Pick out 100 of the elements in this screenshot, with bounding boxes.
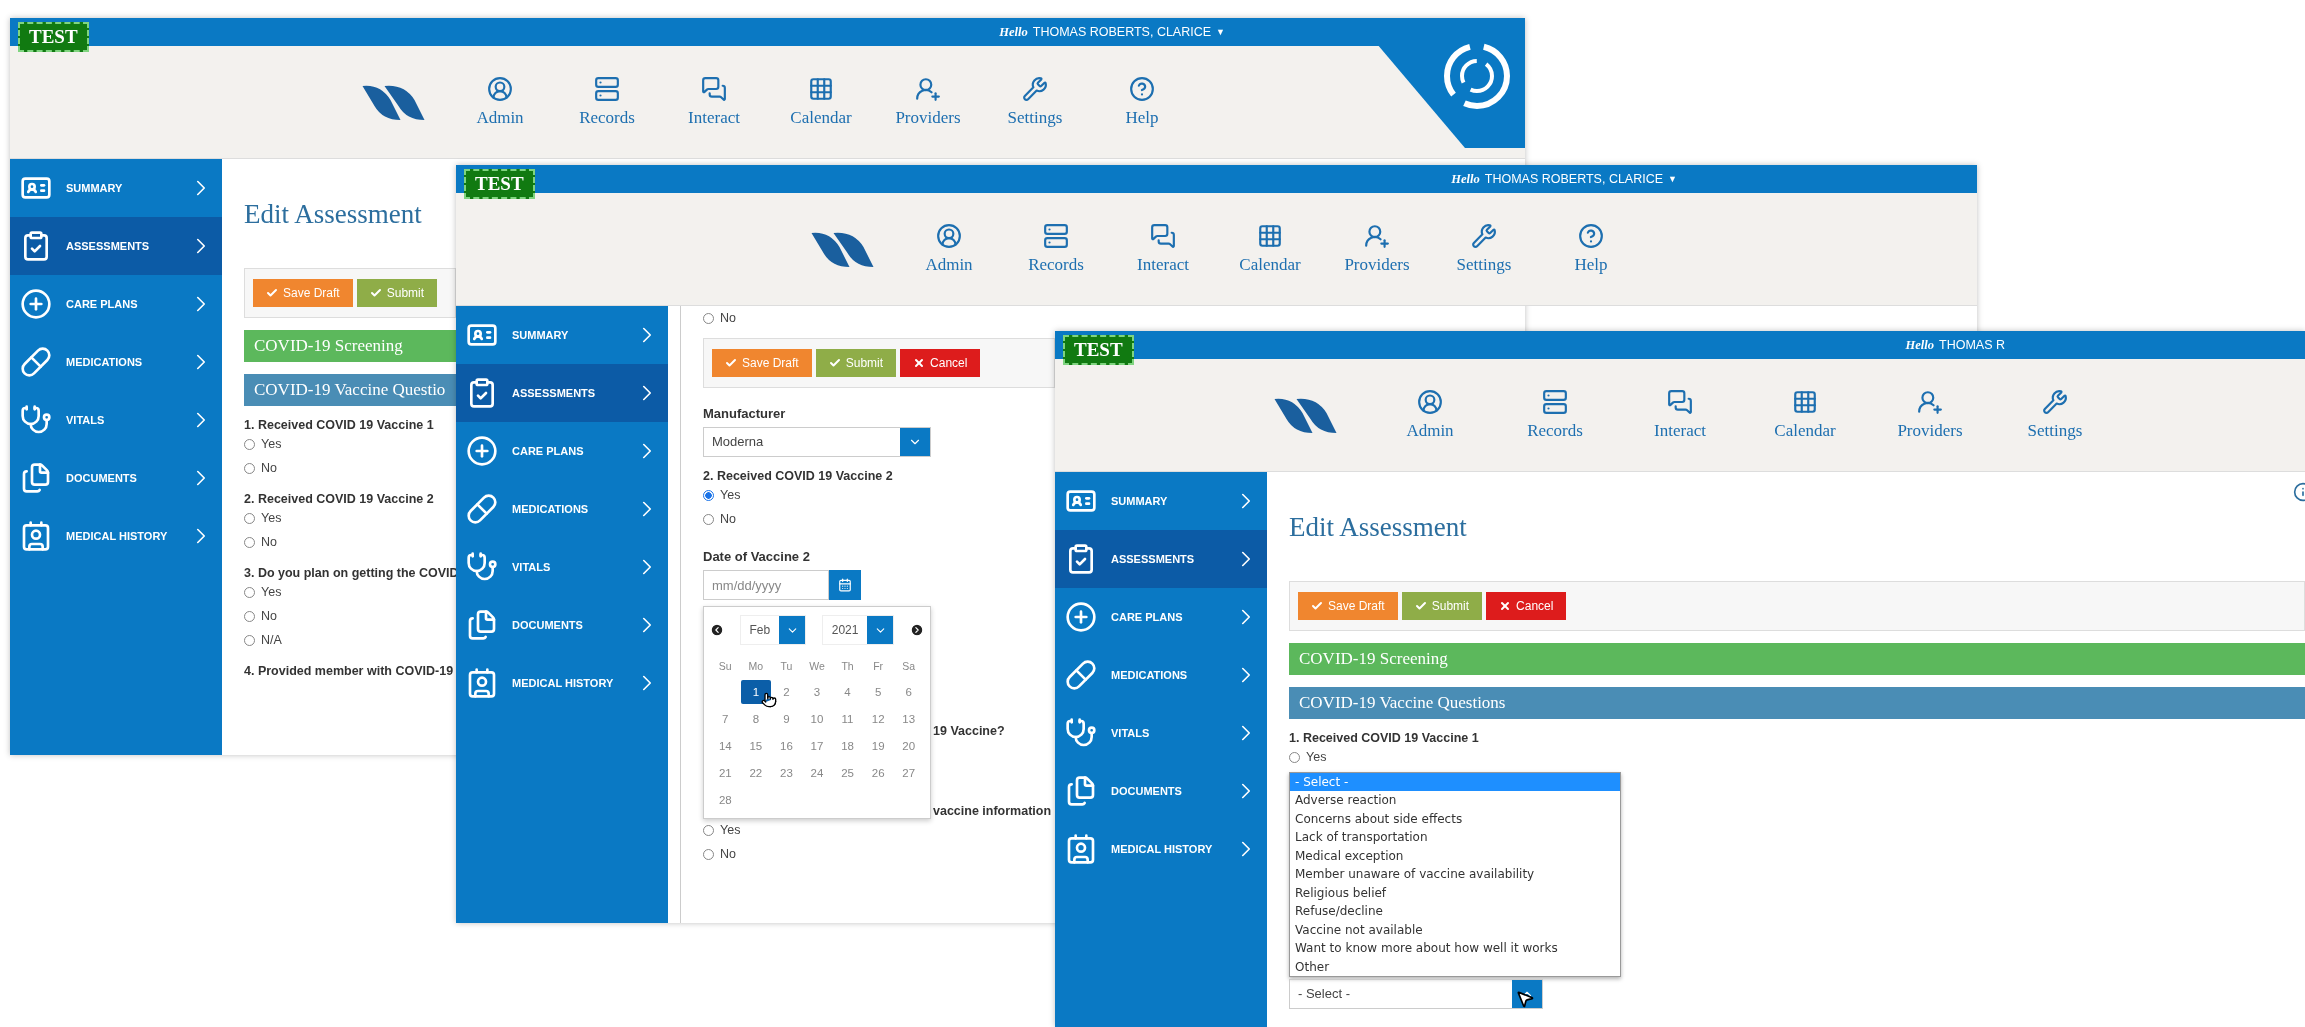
calendar-day[interactable]: 16 (771, 734, 802, 758)
dropdown-option[interactable]: - Select - (1290, 772, 1620, 791)
sidebar-item[interactable]: MEDICATIONS (456, 480, 668, 538)
dropdown-option[interactable]: Adverse reaction (1290, 791, 1620, 810)
dropdown-option[interactable]: Lack of transportation (1290, 828, 1620, 847)
sidebar-item[interactable]: DOCUMENTS (10, 449, 222, 507)
nav-item[interactable]: Interact (1617, 389, 1743, 441)
dropdown-option[interactable]: Refuse/decline (1290, 902, 1620, 921)
nav-item[interactable]: Help (1537, 223, 1645, 275)
radio-button[interactable] (703, 312, 714, 324)
radio-button[interactable] (244, 438, 255, 450)
calendar-day[interactable]: 21 (710, 761, 741, 785)
user-name[interactable]: THOMAS ROBERTS, CLARICE (1032, 25, 1212, 39)
select-field[interactable]: Moderna (703, 427, 931, 457)
radio-button[interactable] (703, 489, 714, 501)
calendar-day[interactable]: 10 (801, 707, 833, 731)
sidebar-item[interactable]: DOCUMENTS (1055, 762, 1267, 820)
user-menu-caret[interactable]: ▼ (1216, 27, 1225, 37)
nav-item[interactable]: Calendar (1742, 389, 1868, 441)
nav-item[interactable]: Records (1002, 223, 1110, 275)
calendar-day[interactable]: 22 (740, 761, 772, 785)
radio-button[interactable] (244, 536, 255, 548)
calendar-day[interactable]: 15 (740, 734, 772, 758)
nav-item[interactable]: Providers (874, 76, 982, 128)
sidebar-item[interactable]: ASSESSMENTS (456, 364, 668, 422)
sidebar-item[interactable]: MEDICATIONS (10, 333, 222, 391)
calendar-button[interactable] (829, 570, 861, 600)
calendar-day[interactable]: 23 (771, 761, 802, 785)
sidebar-item[interactable]: CARE PLANS (456, 422, 668, 480)
sidebar-item[interactable]: MEDICAL HISTORY (456, 654, 668, 712)
next-month-icon[interactable] (910, 623, 924, 637)
nav-item[interactable]: Settings (981, 76, 1089, 128)
user-menu-caret[interactable]: ▼ (1668, 174, 1677, 184)
sidebar-item[interactable]: SUMMARY (1055, 472, 1267, 530)
sidebar-item[interactable]: VITALS (1055, 704, 1267, 762)
sidebar-item[interactable]: SUMMARY (10, 159, 222, 217)
cancel-button[interactable]: Cancel (1486, 592, 1567, 620)
calendar-day[interactable]: 6 (893, 680, 924, 704)
calendar-day[interactable]: 17 (801, 734, 833, 758)
calendar-day[interactable]: 13 (893, 707, 924, 731)
calendar-day[interactable]: 7 (710, 707, 741, 731)
calendar-day[interactable]: 12 (862, 707, 894, 731)
previous-month-icon[interactable] (710, 623, 724, 637)
radio-button[interactable] (244, 512, 255, 524)
calendar-day[interactable]: 18 (832, 734, 863, 758)
sidebar-item[interactable]: MEDICAL HISTORY (1055, 820, 1267, 878)
cancel-button[interactable]: Cancel (900, 349, 981, 377)
calendar-day[interactable]: 27 (893, 761, 924, 785)
sidebar-item[interactable]: ASSESSMENTS (1055, 530, 1267, 588)
nav-item[interactable]: Calendar (767, 76, 875, 128)
calendar-day[interactable]: 25 (832, 761, 863, 785)
nav-item[interactable]: Interact (660, 76, 768, 128)
calendar-day[interactable]: 20 (893, 734, 924, 758)
save-button[interactable]: Save Draft (1298, 592, 1398, 620)
sidebar-item[interactable]: MEDICATIONS (1055, 646, 1267, 704)
sidebar-item[interactable]: ASSESSMENTS (10, 217, 222, 275)
radio-button[interactable] (244, 610, 255, 622)
nav-item[interactable]: Providers (1867, 389, 1993, 441)
month-select[interactable]: Feb (739, 615, 807, 645)
year-select[interactable]: 2021 (821, 615, 895, 645)
nav-item[interactable]: Providers (1323, 223, 1431, 275)
dropdown-option[interactable]: Want to know more about how well it works (1290, 939, 1620, 958)
calendar-day[interactable]: 2 (771, 680, 802, 704)
calendar-day[interactable]: 5 (862, 680, 894, 704)
sidebar-item[interactable]: CARE PLANS (10, 275, 222, 333)
calendar-day[interactable]: 11 (832, 707, 863, 731)
sidebar-item[interactable]: DOCUMENTS (456, 596, 668, 654)
radio-button[interactable] (703, 513, 714, 525)
nav-item[interactable]: Admin (446, 76, 554, 128)
sidebar-item[interactable]: VITALS (456, 538, 668, 596)
radio-button[interactable] (703, 848, 714, 860)
calendar-day[interactable]: 24 (801, 761, 833, 785)
calendar-day[interactable]: 3 (801, 680, 833, 704)
sidebar-item[interactable]: VITALS (10, 391, 222, 449)
radio-button[interactable] (244, 586, 255, 598)
select-field[interactable]: - Select - (1289, 979, 1543, 1009)
nav-item[interactable]: Interact (1109, 223, 1217, 275)
dropdown-option[interactable]: Member unaware of vaccine availability (1290, 865, 1620, 884)
calendar-day[interactable]: 9 (771, 707, 802, 731)
nav-item[interactable]: Help (1088, 76, 1196, 128)
user-name[interactable]: THOMAS ROBERTS, CLARICE (1484, 172, 1664, 186)
radio-button[interactable] (244, 634, 255, 646)
calendar-day[interactable]: 8 (740, 707, 772, 731)
date-input[interactable]: mm/dd/yyyy (703, 570, 829, 600)
calendar-day[interactable]: 26 (862, 761, 894, 785)
nav-item[interactable]: Calendar (1216, 223, 1324, 275)
nav-item[interactable]: Admin (1367, 389, 1493, 441)
sidebar-item[interactable]: SUMMARY (456, 306, 668, 364)
calendar-day[interactable]: 4 (832, 680, 863, 704)
calendar-day[interactable]: 19 (862, 734, 894, 758)
save-button[interactable]: Save Draft (712, 349, 812, 377)
submit-button[interactable]: Submit (1401, 592, 1483, 620)
nav-item[interactable]: Records (1492, 389, 1618, 441)
sidebar-item[interactable]: MEDICAL HISTORY (10, 507, 222, 565)
calendar-day[interactable]: 28 (710, 788, 741, 812)
radio-button[interactable] (1289, 751, 1300, 763)
radio-button[interactable] (703, 824, 714, 836)
nav-item[interactable]: Records (553, 76, 661, 128)
submit-button[interactable]: Submit (815, 349, 897, 377)
nav-item[interactable]: Settings (1992, 389, 2118, 441)
